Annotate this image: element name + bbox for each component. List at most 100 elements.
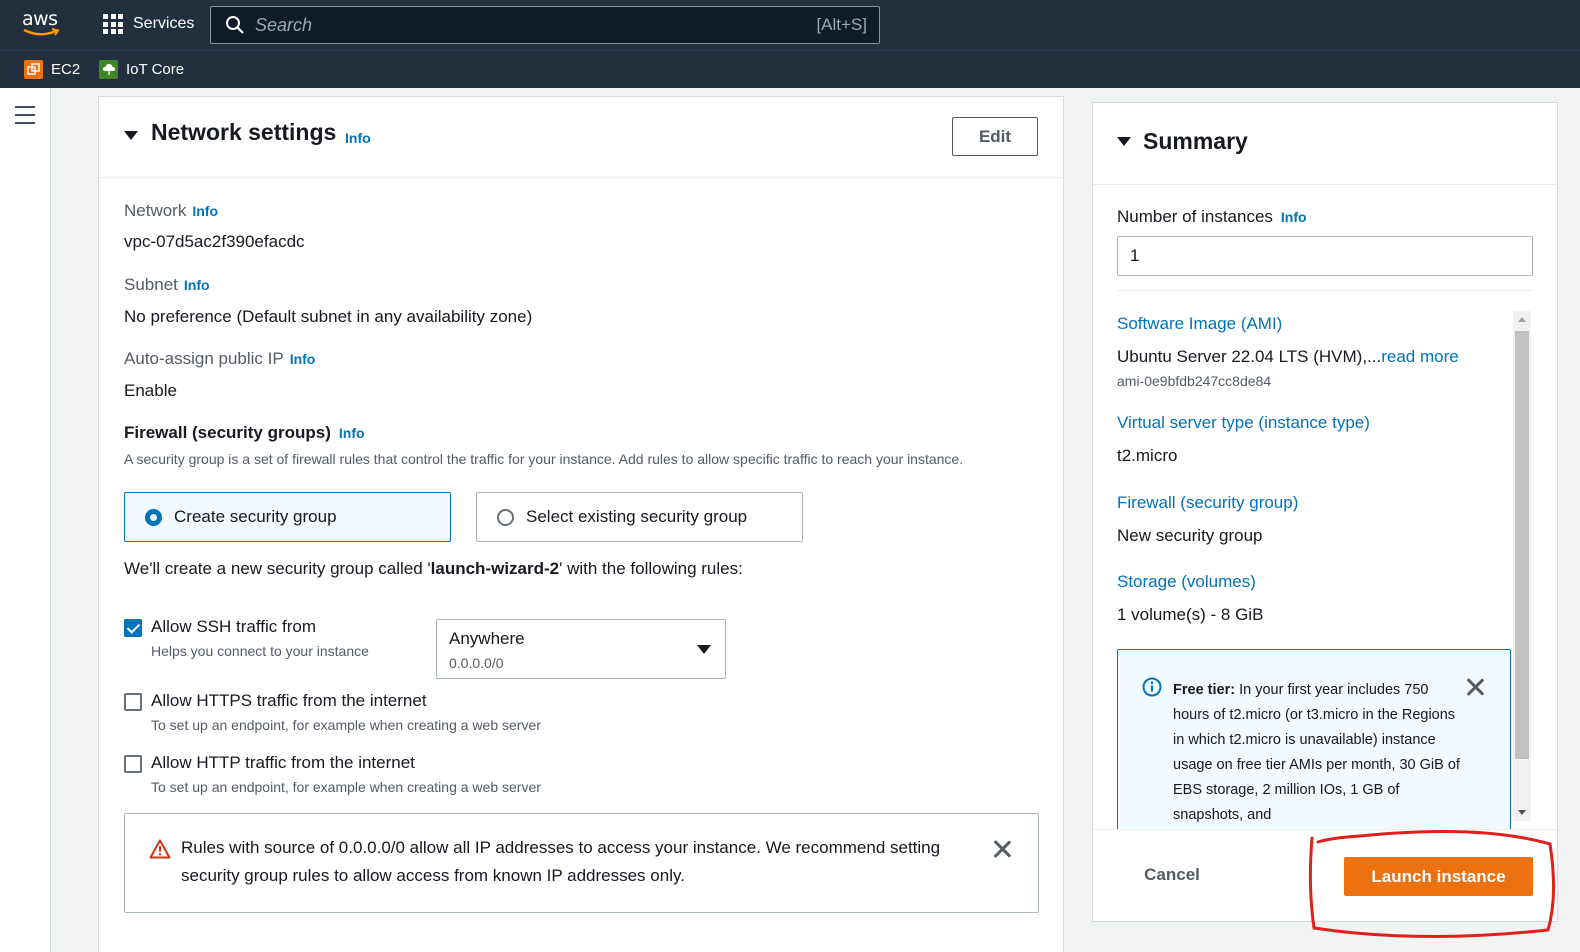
search-input[interactable]: Search [Alt+S] [210,6,880,44]
aws-logo-text: aws [22,8,58,30]
public-ip-label-text: Auto-assign public IP [124,349,284,368]
free-tier-bold: Free tier: [1173,682,1236,698]
software-image-value: Ubuntu Server 22.04 LTS (HVM),...read mo… [1117,347,1459,367]
dropdown-caret-icon [697,645,711,654]
create-security-group-option[interactable]: Create security group [124,492,451,542]
ami-id: ami-0e9bfdb247cc8de84 [1117,373,1272,389]
firewall-value: New security group [1117,526,1263,545]
services-label: Services [133,15,195,32]
divider [1093,829,1557,830]
radio-unselected-icon[interactable] [497,508,514,526]
network-settings-header: Network settings Info Edit [99,97,1063,178]
free-tier-text: Free tier: In your first year includes 7… [1173,678,1463,828]
menu-icon[interactable] [15,106,35,130]
number-of-instances-label-text: Number of instances [1117,207,1273,226]
software-image-link[interactable]: Software Image (AMI) [1117,314,1282,334]
services-menu-button[interactable]: Services [103,14,194,34]
allow-http-checkbox[interactable] [124,755,142,773]
summary-header: Summary [1093,103,1557,185]
cancel-button[interactable]: Cancel [1123,859,1221,891]
scroll-down-icon[interactable] [1518,810,1526,815]
close-icon[interactable] [1466,678,1484,696]
number-of-instances-label: Number of instances Info [1117,207,1307,227]
launch-instance-button[interactable]: Launch instance [1344,857,1533,896]
ssh-source-value: Anywhere [449,629,525,648]
instance-type-value: t2.micro [1117,446,1178,465]
subnet-value: No preference (Default subnet in any ava… [124,307,533,326]
ec2-icon [24,60,43,79]
warning-icon [149,839,171,859]
ssh-source-select[interactable]: Anywhere 0.0.0.0/0 [436,619,726,679]
collapse-caret-icon[interactable] [1117,137,1131,146]
storage-link[interactable]: Storage (volumes) [1117,572,1256,592]
subnet-label-text: Subnet [124,275,178,294]
security-group-note-suffix: ' with the following rules: [559,559,743,578]
public-ip-info-link[interactable]: Info [290,351,316,367]
network-label: Network Info [124,201,218,221]
radio-selected-icon[interactable] [145,508,162,526]
network-settings-title: Network settings [151,119,337,145]
create-security-group-label: Create security group [174,507,337,526]
allow-https-label: Allow HTTPS traffic from the internet [151,691,427,710]
network-label-text: Network [124,201,187,220]
instances-info-link[interactable]: Info [1281,209,1307,225]
software-image-value-text: Ubuntu Server 22.04 LTS (HVM),... [1117,347,1382,366]
favorite-iot-core-label: IoT Core [126,61,185,78]
free-tier-alert: Free tier: In your first year includes 7… [1117,649,1511,829]
allow-http-description: To set up an endpoint, for example when … [151,779,541,795]
network-settings-panel: Network settings Info Edit Network Info v… [98,96,1064,952]
summary-panel: Summary Number of instances Info Software… [1092,102,1558,922]
allow-http-label: Allow HTTP traffic from the internet [151,753,415,772]
search-shortcut: [Alt+S] [816,15,867,34]
favorite-ec2-label: EC2 [51,61,81,78]
divider [1117,290,1533,291]
scroll-up-icon[interactable] [1518,317,1526,322]
favorite-ec2[interactable]: EC2 [24,60,80,79]
services-grid-icon [103,14,123,34]
firewall-description: A security group is a set of firewall ru… [124,451,964,467]
number-of-instances-input[interactable] [1117,236,1533,276]
aws-logo[interactable]: aws [22,8,64,38]
top-navigation: aws Services Search [Alt+S] [0,0,1580,50]
favorites-bar: EC2 IoT Core [0,50,1580,88]
public-ip-label: Auto-assign public IP Info [124,349,315,369]
allow-https-checkbox[interactable] [124,693,142,711]
collapse-caret-icon[interactable] [124,131,138,140]
allow-https-description: To set up an endpoint, for example when … [151,717,541,733]
summary-title: Summary [1143,128,1248,154]
iot-core-icon [99,60,118,79]
open-access-warning: Rules with source of 0.0.0.0/0 allow all… [124,813,1039,913]
allow-ssh-checkbox[interactable] [124,619,142,637]
search-placeholder: Search [255,14,313,35]
warning-text: Rules with source of 0.0.0.0/0 allow all… [181,838,941,885]
network-settings-info-link[interactable]: Info [345,130,371,146]
edit-button[interactable]: Edit [952,117,1038,156]
summary-details: Software Image (AMI) Ubuntu Server 22.04… [1117,311,1533,829]
firewall-heading-text: Firewall (security groups) [124,423,331,442]
security-group-name: launch-wizard-2 [430,559,560,578]
search-icon [226,16,244,34]
security-group-note-prefix: We'll create a new security group called… [124,559,431,578]
side-navigation-rail [0,88,51,952]
info-icon [1142,677,1162,697]
storage-value: 1 volume(s) - 8 GiB [1117,605,1264,624]
allow-ssh-description: Helps you connect to your instance [151,643,369,659]
subnet-info-link[interactable]: Info [184,277,210,293]
summary-scrollbar[interactable] [1513,311,1531,821]
scrollbar-thumb[interactable] [1515,331,1529,759]
ssh-source-cidr: 0.0.0.0/0 [449,655,504,671]
public-ip-value: Enable [124,381,177,400]
firewall-heading: Firewall (security groups) Info [124,423,365,443]
close-icon[interactable] [993,840,1011,858]
instance-type-link[interactable]: Virtual server type (instance type) [1117,413,1370,433]
select-existing-security-group-label: Select existing security group [526,507,748,526]
favorite-iot-core[interactable]: IoT Core [99,60,184,79]
firewall-info-link[interactable]: Info [339,425,365,441]
read-more-link[interactable]: read more [1381,347,1458,366]
subnet-label: Subnet Info [124,275,210,295]
select-existing-security-group-option[interactable]: Select existing security group [476,492,803,542]
firewall-link[interactable]: Firewall (security group) [1117,493,1298,513]
network-info-link[interactable]: Info [192,203,218,219]
security-group-note: We'll create a new security group called… [124,559,743,579]
allow-ssh-label: Allow SSH traffic from [151,617,317,636]
